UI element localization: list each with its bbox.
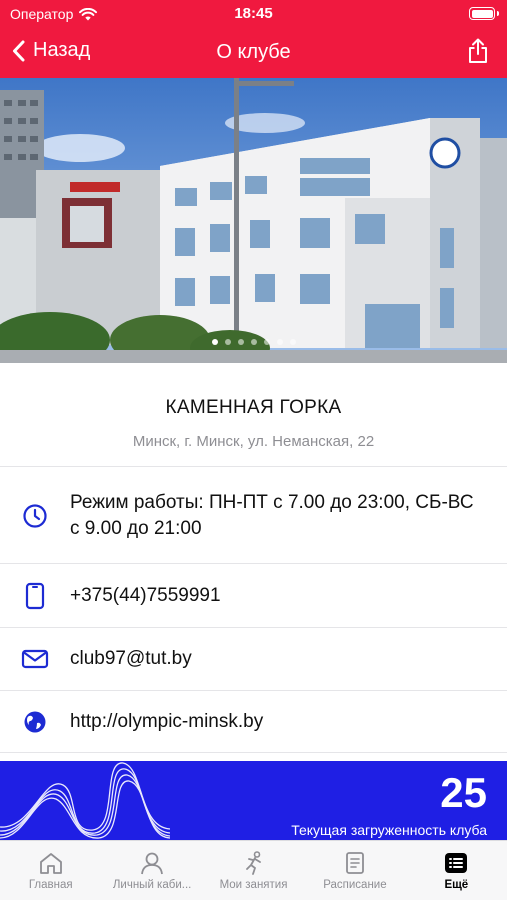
working-hours-text: Режим работы: ПН-ПТ с 7.00 до 23:00, СБ-…: [70, 491, 474, 539]
runner-icon: [245, 851, 261, 875]
globe-icon: [24, 711, 46, 732]
share-button[interactable]: [467, 38, 489, 69]
tab-schedule-label: Расписание: [323, 879, 387, 891]
clock-icon: [23, 503, 47, 528]
page-dot[interactable]: [250, 339, 257, 345]
person-icon: [141, 852, 164, 875]
document-icon: [346, 852, 364, 874]
website-row[interactable]: http://olympic-minsk.by: [0, 691, 507, 753]
club-address: Минск, г. Минск, ул. Неманская, 22: [132, 433, 375, 450]
tab-more[interactable]: Ещё: [406, 841, 507, 900]
phone-row[interactable]: +375(44)7559991: [0, 564, 507, 628]
website-link[interactable]: http://olympic-minsk.by: [70, 709, 263, 735]
mail-icon: [21, 649, 49, 669]
working-hours-row: Режим работы: ПН-ПТ с 7.00 до 23:00, СБ-…: [0, 468, 507, 564]
club-load-value: 25: [440, 769, 487, 816]
email-row[interactable]: club97@tut.by: [0, 628, 507, 691]
phone-number[interactable]: +375(44)7559991: [70, 583, 221, 609]
tab-schedule[interactable]: Расписание: [304, 841, 405, 900]
gallery-page-indicator[interactable]: [0, 339, 507, 345]
tab-account[interactable]: Личный каби...: [101, 841, 202, 900]
page-dot[interactable]: [263, 339, 270, 345]
phone-icon: [25, 582, 45, 609]
club-load-banner[interactable]: 25 Текущая загруженность клуба: [0, 761, 507, 840]
club-photo-gallery[interactable]: [0, 78, 507, 363]
list-icon: [445, 853, 468, 873]
club-building-image: [0, 78, 507, 363]
tab-my-classes[interactable]: Мои занятия: [203, 841, 304, 900]
club-name: КАМЕННАЯ ГОРКА: [165, 397, 342, 418]
tab-account-label: Личный каби...: [112, 879, 192, 891]
battery-icon: [469, 7, 499, 20]
page-dot[interactable]: [289, 339, 296, 345]
share-icon: [469, 38, 487, 63]
page-dot[interactable]: [237, 339, 244, 345]
tab-my-classes-label: Мои занятия: [219, 879, 288, 891]
club-header: КАМЕННАЯ ГОРКА Минск, г. Минск, ул. Нема…: [0, 363, 507, 467]
page-dot[interactable]: [276, 339, 283, 345]
page-dot[interactable]: [211, 339, 218, 345]
status-bar: Оператор 18:45: [0, 0, 507, 30]
tab-more-label: Ещё: [444, 879, 469, 891]
tab-home[interactable]: Главная: [0, 841, 101, 900]
status-time: 18:45: [234, 5, 273, 22]
tab-home-label: Главная: [28, 879, 73, 891]
nav-bar: Назад О клубе: [0, 30, 507, 78]
wave-graphic: [0, 762, 170, 839]
club-load-label: Текущая загруженность клуба: [291, 822, 487, 838]
page-title: О клубе: [216, 41, 291, 63]
email-address[interactable]: club97@tut.by: [70, 646, 192, 672]
page-dot[interactable]: [224, 339, 231, 345]
home-icon: [39, 853, 62, 874]
tab-bar: Главная Личный каби... Мои занятия Распи…: [0, 840, 507, 900]
